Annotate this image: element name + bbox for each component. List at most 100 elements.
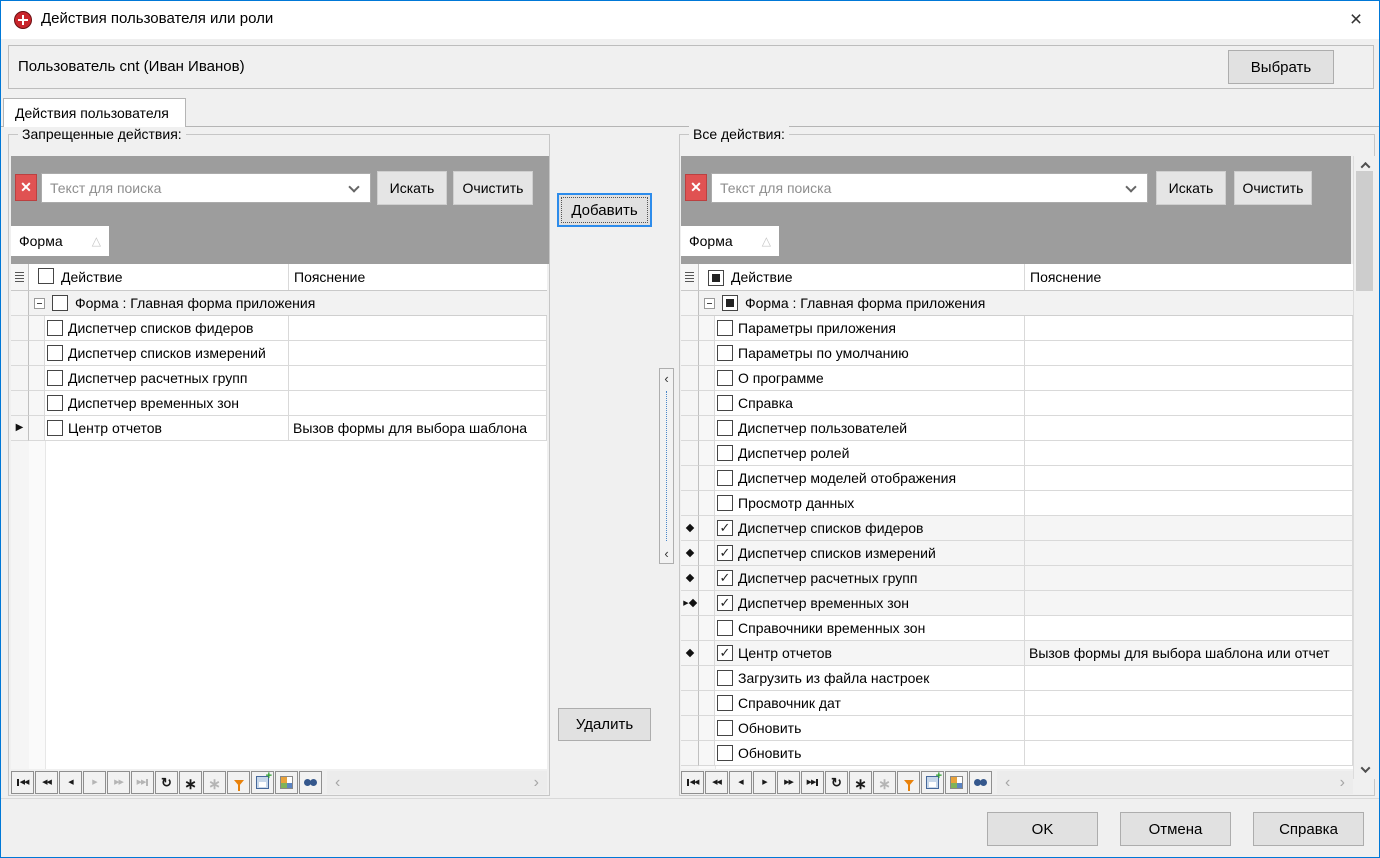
right-clear-search-icon[interactable]: ✕ [685, 174, 707, 201]
action-cell[interactable]: Параметры приложения [715, 316, 1025, 341]
table-row[interactable]: Справка [681, 391, 1353, 416]
action-cell[interactable]: Обновить [715, 741, 1025, 766]
append-icon[interactable]: ∗ [179, 771, 202, 794]
action-cell[interactable]: Справка [715, 391, 1025, 416]
action-cell[interactable]: Просмотр данных [715, 491, 1025, 516]
action-cell[interactable]: Обновить [715, 716, 1025, 741]
action-cell[interactable]: О программе [715, 366, 1025, 391]
checkbox-unchecked[interactable] [717, 420, 733, 436]
checkbox-unchecked[interactable] [717, 620, 733, 636]
collapse-left-icon[interactable]: ‹ [660, 547, 673, 560]
right-groupby-chip[interactable]: Форма △ [681, 226, 779, 256]
checkbox-unchecked[interactable] [717, 495, 733, 511]
checkbox-checked[interactable]: ✓ [717, 520, 733, 536]
panel-splitter[interactable]: ‹ ‹ [659, 368, 674, 564]
table-row[interactable]: Диспетчер временных зон [11, 391, 547, 416]
checkbox-unchecked[interactable] [717, 320, 733, 336]
prev-page-icon[interactable]: ◀◀ [35, 771, 58, 794]
action-cell[interactable]: ✓Диспетчер списков фидеров [715, 516, 1025, 541]
table-row[interactable]: Диспетчер списков измерений [11, 341, 547, 366]
checkbox-unchecked[interactable] [717, 345, 733, 361]
table-row[interactable]: Параметры приложения [681, 316, 1353, 341]
checkbox-unchecked[interactable] [717, 670, 733, 686]
refresh-icon[interactable]: ↻ [155, 771, 178, 794]
horizontal-scrollbar[interactable]: ‹› [997, 771, 1353, 794]
filter-icon[interactable] [227, 771, 250, 794]
right-clear-button[interactable]: Очистить [1234, 171, 1312, 205]
ok-button[interactable]: OK [987, 812, 1098, 846]
left-groupby-chip[interactable]: Форма △ [11, 226, 109, 256]
customize-icon[interactable] [945, 771, 968, 794]
action-cell[interactable]: Справочник дат [715, 691, 1025, 716]
checkbox-unchecked[interactable] [47, 345, 63, 361]
last-icon[interactable]: ▶▶ [801, 771, 824, 794]
prev-icon[interactable]: ◀ [59, 771, 82, 794]
next-icon[interactable]: ▶ [83, 771, 106, 794]
action-cell[interactable]: Центр отчетов [45, 416, 289, 441]
table-row[interactable]: Диспетчер ролей [681, 441, 1353, 466]
scroll-down-icon[interactable] [1354, 760, 1376, 779]
checkbox-indeterminate[interactable] [722, 295, 738, 311]
table-row[interactable]: ✓Диспетчер списков измерений [681, 541, 1353, 566]
left-clear-button[interactable]: Очистить [453, 171, 533, 205]
scroll-left-icon[interactable]: ‹ [1005, 774, 1010, 792]
chevron-down-icon[interactable] [348, 181, 359, 192]
table-row[interactable]: ✓Диспетчер списков фидеров [681, 516, 1353, 541]
checkbox-indeterminate[interactable] [708, 270, 724, 286]
help-button[interactable]: Справка [1253, 812, 1364, 846]
action-cell[interactable]: Диспетчер списков фидеров [45, 316, 289, 341]
collapse-minus-icon[interactable] [704, 298, 715, 309]
group-row[interactable]: Форма : Главная форма приложения [11, 291, 547, 316]
collapse-minus-icon[interactable] [34, 298, 45, 309]
right-search-button[interactable]: Искать [1156, 171, 1226, 205]
horizontal-scrollbar[interactable]: ‹› [327, 771, 547, 794]
action-cell[interactable]: ✓Диспетчер временных зон [715, 591, 1025, 616]
checkbox-unchecked[interactable] [717, 745, 733, 761]
checkbox-unchecked[interactable] [717, 695, 733, 711]
checkbox-unchecked[interactable] [717, 470, 733, 486]
group-row[interactable]: Форма : Главная форма приложения [681, 291, 1353, 316]
column-header-action[interactable]: Действие [61, 269, 123, 285]
checkbox-checked[interactable]: ✓ [717, 570, 733, 586]
table-row[interactable]: Справочник дат [681, 691, 1353, 716]
action-cell[interactable]: ✓Центр отчетов [715, 641, 1025, 666]
column-header-note[interactable]: Пояснение [289, 264, 547, 290]
collapse-left-icon[interactable]: ‹ [660, 372, 673, 385]
save-layout-icon[interactable] [921, 771, 944, 794]
scrollbar-thumb[interactable] [1356, 171, 1373, 291]
table-row[interactable]: ▶Центр отчетовВызов формы для выбора шаб… [11, 416, 547, 441]
scroll-left-icon[interactable]: ‹ [335, 774, 340, 792]
tab-user-actions[interactable]: Действия пользователя [3, 98, 186, 127]
scroll-right-icon[interactable]: › [1340, 774, 1345, 792]
checkbox-checked[interactable]: ✓ [717, 645, 733, 661]
column-chooser-cell[interactable] [681, 264, 699, 290]
next-page-icon[interactable]: ▶▶ [107, 771, 130, 794]
prev-icon[interactable]: ◀ [729, 771, 752, 794]
checkbox-checked[interactable]: ✓ [717, 545, 733, 561]
table-row[interactable]: ▶✓Диспетчер временных зон [681, 591, 1353, 616]
table-row[interactable]: Диспетчер списков фидеров [11, 316, 547, 341]
column-header-action[interactable]: Действие [731, 269, 793, 285]
action-cell[interactable]: ✓Диспетчер расчетных групп [715, 566, 1025, 591]
column-chooser-cell[interactable] [11, 264, 29, 290]
table-row[interactable]: Диспетчер расчетных групп [11, 366, 547, 391]
append-cancel-icon[interactable]: ∗ [873, 771, 896, 794]
table-row[interactable]: Обновить [681, 741, 1353, 766]
action-cell[interactable]: Диспетчер пользователей [715, 416, 1025, 441]
refresh-icon[interactable]: ↻ [825, 771, 848, 794]
chevron-down-icon[interactable] [1125, 181, 1136, 192]
find-icon[interactable] [969, 771, 992, 794]
remove-button[interactable]: Удалить [558, 708, 651, 741]
find-icon[interactable] [299, 771, 322, 794]
customize-icon[interactable] [275, 771, 298, 794]
action-cell[interactable]: ✓Диспетчер списков измерений [715, 541, 1025, 566]
table-row[interactable]: Справочники временных зон [681, 616, 1353, 641]
checkbox-unchecked[interactable] [38, 268, 54, 284]
scroll-right-icon[interactable]: › [534, 774, 539, 792]
action-cell[interactable]: Диспетчер ролей [715, 441, 1025, 466]
next-icon[interactable]: ▶ [753, 771, 776, 794]
right-vertical-scrollbar[interactable] [1353, 156, 1375, 779]
close-icon[interactable]: × [1333, 1, 1379, 39]
checkbox-unchecked[interactable] [47, 370, 63, 386]
last-icon[interactable]: ▶▶ [131, 771, 154, 794]
